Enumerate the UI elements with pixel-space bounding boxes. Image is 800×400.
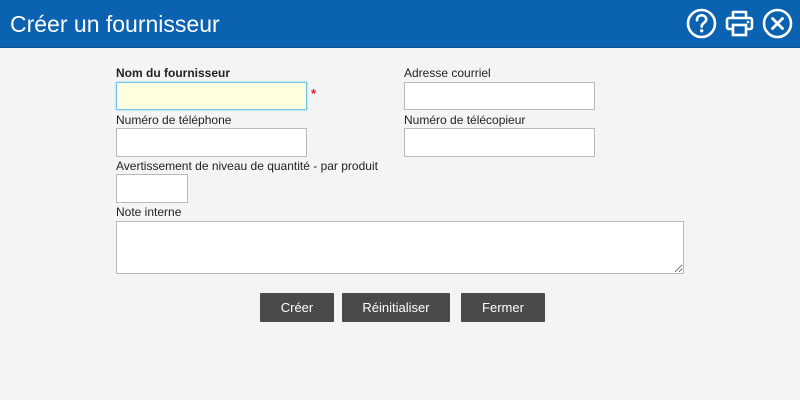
supplier-name-input[interactable] bbox=[116, 82, 307, 110]
title-bar: Créer un fournisseur bbox=[0, 0, 800, 48]
close-icon[interactable] bbox=[762, 8, 793, 39]
supplier-name-label: Nom du fournisseur bbox=[116, 66, 231, 80]
internal-note-label: Note interne bbox=[116, 205, 182, 219]
email-input[interactable] bbox=[404, 82, 595, 110]
phone-label: Numéro de téléphone bbox=[116, 113, 232, 127]
window-title: Créer un fournisseur bbox=[10, 11, 220, 37]
quantity-warning-input[interactable] bbox=[116, 174, 188, 203]
fax-input[interactable] bbox=[404, 128, 595, 157]
email-label: Adresse courriel bbox=[404, 66, 491, 80]
create-button[interactable]: Créer bbox=[260, 293, 334, 322]
required-marker: * bbox=[311, 86, 317, 101]
close-button[interactable]: Fermer bbox=[461, 293, 545, 322]
help-icon[interactable] bbox=[686, 8, 717, 39]
internal-note-textarea[interactable] bbox=[116, 221, 684, 274]
quantity-warning-label: Avertissement de niveau de quantité - pa… bbox=[116, 159, 378, 173]
reset-button[interactable]: Réinitialiser bbox=[342, 293, 450, 322]
phone-input[interactable] bbox=[116, 128, 307, 157]
fax-label: Numéro de télécopieur bbox=[404, 113, 526, 127]
print-icon[interactable] bbox=[724, 8, 755, 39]
